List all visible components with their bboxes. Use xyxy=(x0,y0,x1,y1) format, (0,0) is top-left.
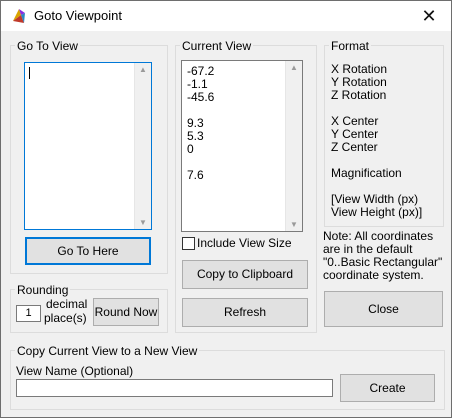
coordinate-note: Note: All coordinates are in the default "… xyxy=(323,230,442,282)
go-to-here-button[interactable]: Go To Here xyxy=(25,237,151,265)
current-view-values: -67.2 -1.1 -45.6 9.3 5.3 0 7.6 ▲ ▼ xyxy=(181,60,303,232)
format-field: View Height (px)] xyxy=(331,205,423,219)
places-label: place(s) xyxy=(44,311,87,325)
format-label: Format xyxy=(329,39,372,53)
copy-to-clipboard-button[interactable]: Copy to Clipboard xyxy=(182,260,308,289)
view-list[interactable]: ▲ ▼ xyxy=(24,62,152,230)
current-view-value: -45.6 xyxy=(187,90,215,104)
close-window-icon[interactable]: ✕ xyxy=(407,1,451,31)
view-name-field[interactable] xyxy=(16,379,333,397)
current-view-value-list: -67.2 -1.1 -45.6 9.3 5.3 0 7.6 xyxy=(187,65,214,182)
current-view-label: Current View xyxy=(180,39,254,53)
current-view-scrollbar[interactable]: ▲ ▼ xyxy=(285,61,302,231)
decimal-label: decimal xyxy=(46,297,88,311)
format-field: Z Center xyxy=(331,140,378,154)
copy-view-label: Copy Current View to a New View xyxy=(15,344,200,358)
format-field: Z Rotation xyxy=(331,88,387,102)
current-view-value: 7.6 xyxy=(187,168,204,182)
go-to-view-label: Go To View xyxy=(15,39,80,53)
text-caret xyxy=(29,67,30,79)
scroll-down-icon[interactable]: ▼ xyxy=(289,220,299,229)
create-button[interactable]: Create xyxy=(340,374,435,402)
window-title: Goto Viewpoint xyxy=(34,8,122,23)
app-icon xyxy=(13,9,25,23)
title-bar: Goto Viewpoint ✕ xyxy=(1,1,451,31)
close-button[interactable]: Close xyxy=(324,291,443,327)
include-view-size-checkbox[interactable] xyxy=(182,237,195,250)
goto-viewpoint-dialog: Goto Viewpoint ✕ Go To View ▲ ▼ Go To He… xyxy=(0,0,452,418)
round-now-button[interactable]: Round Now xyxy=(93,298,159,326)
format-field-list: X Rotation Y Rotation Z Rotation X Center Y … xyxy=(331,63,422,219)
scroll-down-icon[interactable]: ▼ xyxy=(138,218,148,227)
current-view-value: 0 xyxy=(187,142,194,156)
scroll-up-icon[interactable]: ▲ xyxy=(289,63,299,72)
note-line: coordinate system. xyxy=(323,268,424,282)
refresh-button[interactable]: Refresh xyxy=(182,298,308,327)
scroll-up-icon[interactable]: ▲ xyxy=(138,65,148,74)
format-field: Magnification xyxy=(331,166,402,180)
view-list-scrollbar[interactable]: ▲ ▼ xyxy=(134,63,151,229)
rounding-label: Rounding xyxy=(15,283,71,297)
view-name-label: View Name (Optional) xyxy=(16,364,134,378)
include-view-size-label[interactable]: Include View Size xyxy=(197,237,292,250)
decimal-places-field[interactable]: 1 xyxy=(16,305,41,322)
